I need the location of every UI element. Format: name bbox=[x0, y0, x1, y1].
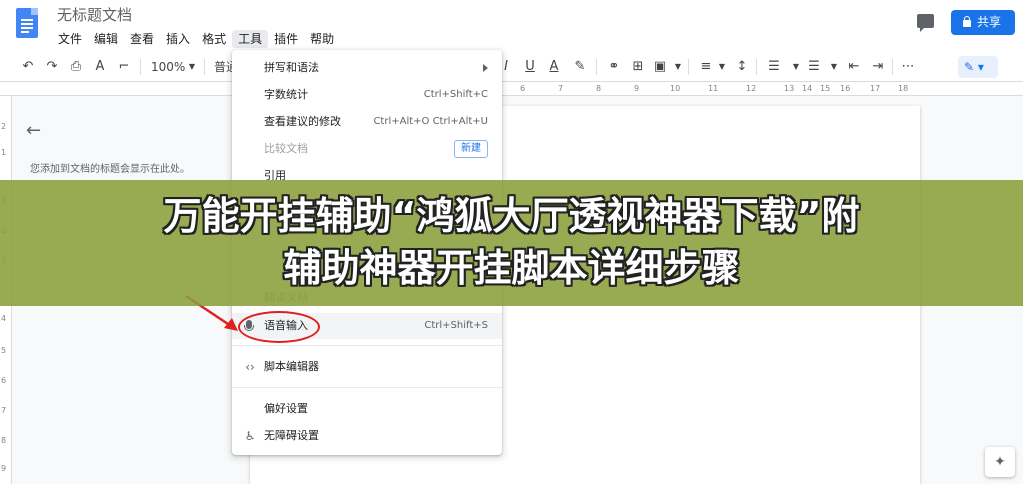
redo-icon[interactable]: ↷ bbox=[44, 59, 60, 75]
ruler-mark: 9 bbox=[634, 84, 640, 93]
increase-indent-icon[interactable]: ⇥ bbox=[870, 59, 886, 75]
menu-bar: 文件 编辑 查看 插入 格式 工具 插件 帮助 bbox=[52, 30, 340, 48]
toolbar: ↶ ↷ ⎙ A ⌐ 100% ▼ 普通 I U A ✎ ⚭ ⊞ ▣ ▼ ≡ ▼ … bbox=[0, 52, 1023, 82]
chevron-down-icon[interactable]: ▼ bbox=[714, 59, 730, 75]
ruler-mark: 15 bbox=[820, 84, 831, 93]
banner-line-1: 万能开挂辅助“鸿狐大厅透视神器下载”附 bbox=[163, 194, 860, 238]
bulleted-list-icon[interactable]: ☰ bbox=[806, 59, 822, 75]
explore-button[interactable]: ✦ bbox=[985, 447, 1015, 477]
ruler-mark: 7 bbox=[1, 406, 7, 415]
menu-item-preferences[interactable]: 偏好设置 bbox=[232, 396, 502, 422]
chevron-down-icon[interactable]: ▼ bbox=[184, 59, 200, 75]
ruler-mark: 8 bbox=[596, 84, 602, 93]
chevron-down-icon[interactable]: ▼ bbox=[670, 59, 686, 75]
ruler-mark: 1 bbox=[1, 148, 7, 157]
editing-mode-button[interactable]: ✎ ▾ bbox=[958, 56, 998, 78]
pencil-icon: ✎ ▾ bbox=[964, 60, 984, 74]
highlight-icon[interactable]: ✎ bbox=[572, 59, 588, 75]
explore-icon: ✦ bbox=[994, 454, 1006, 470]
lock-icon bbox=[963, 16, 971, 27]
menu-item-spelling[interactable]: 拼写和语法 bbox=[232, 55, 502, 81]
menu-item-label: 比较文档 bbox=[264, 142, 308, 155]
chevron-down-icon[interactable]: ▼ bbox=[826, 59, 842, 75]
decrease-indent-icon[interactable]: ⇤ bbox=[846, 59, 862, 75]
ruler-mark: 13 bbox=[784, 84, 795, 93]
more-icon[interactable]: ⋯ bbox=[900, 59, 916, 75]
ruler-mark: 16 bbox=[840, 84, 851, 93]
menu-divider bbox=[232, 387, 502, 388]
menu-item-label: 字数统计 bbox=[264, 88, 308, 101]
checklist-icon[interactable]: ☰ bbox=[766, 59, 782, 75]
ruler-mark: 18 bbox=[898, 84, 909, 93]
menu-view[interactable]: 查看 bbox=[124, 30, 160, 48]
code-icon: ‹› bbox=[245, 360, 255, 374]
comments-icon[interactable] bbox=[912, 10, 940, 34]
comment-icon[interactable]: ⊞ bbox=[630, 59, 646, 75]
chevron-down-icon[interactable]: ▼ bbox=[788, 59, 804, 75]
text-color-icon[interactable]: A bbox=[546, 59, 562, 75]
menu-item-compare[interactable]: 比较文档 新建 bbox=[232, 136, 502, 162]
ruler-mark: 9 bbox=[1, 464, 7, 473]
outline-hint: 您添加到文档的标题会显示在此处。 bbox=[30, 164, 190, 175]
menu-item-label: 查看建议的修改 bbox=[264, 115, 341, 128]
shortcut-label: Ctrl+Shift+S bbox=[424, 320, 488, 331]
document-title[interactable]: 无标题文档 bbox=[57, 4, 132, 25]
underline-icon[interactable]: U bbox=[522, 59, 538, 75]
shortcut-label: Ctrl+Shift+C bbox=[423, 89, 488, 100]
undo-icon[interactable]: ↶ bbox=[20, 59, 36, 75]
share-label: 共享 bbox=[977, 15, 1002, 29]
ruler-mark: 6 bbox=[520, 84, 526, 93]
paint-format-icon[interactable]: ⌐ bbox=[116, 59, 132, 75]
zoom-select[interactable]: 100% bbox=[151, 59, 185, 75]
annotation-circle bbox=[238, 311, 320, 343]
submenu-arrow-icon bbox=[483, 64, 488, 72]
menu-item-accessibility[interactable]: ♿ 无障碍设置 bbox=[232, 423, 502, 449]
ruler-mark: 12 bbox=[746, 84, 757, 93]
share-button[interactable]: 共享 bbox=[951, 10, 1015, 35]
ruler-mark: 11 bbox=[708, 84, 719, 93]
menu-help[interactable]: 帮助 bbox=[304, 30, 340, 48]
menu-tools[interactable]: 工具 bbox=[232, 30, 269, 48]
ruler-mark: 14 bbox=[802, 84, 813, 93]
menu-item-label: 脚本编辑器 bbox=[264, 360, 319, 373]
banner-line-2: 辅助神器开挂脚本详细步骤 bbox=[283, 246, 740, 290]
shortcut-label: Ctrl+Alt+O Ctrl+Alt+U bbox=[373, 116, 488, 127]
accessibility-icon: ♿ bbox=[244, 429, 256, 443]
menu-format[interactable]: 格式 bbox=[196, 30, 232, 48]
menu-divider bbox=[232, 345, 502, 346]
menu-edit[interactable]: 编辑 bbox=[88, 30, 124, 48]
link-icon[interactable]: ⚭ bbox=[606, 59, 622, 75]
menu-item-label: 拼写和语法 bbox=[264, 61, 319, 74]
menu-item-label: 无障碍设置 bbox=[264, 429, 319, 442]
horizontal-ruler: 6 7 8 9 10 11 12 13 14 15 16 17 18 bbox=[0, 82, 1023, 96]
spellcheck-icon[interactable]: A bbox=[92, 59, 108, 75]
image-icon[interactable]: ▣ bbox=[652, 59, 668, 75]
app-header: 无标题文档 文件 编辑 查看 插入 格式 工具 插件 帮助 共享 bbox=[0, 0, 1023, 52]
overlay-banner: 万能开挂辅助“鸿狐大厅透视神器下载”附 辅助神器开挂脚本详细步骤 bbox=[0, 180, 1023, 306]
menu-item-review-suggestions[interactable]: 查看建议的修改 Ctrl+Alt+O Ctrl+Alt+U bbox=[232, 109, 502, 135]
menu-item-label: 偏好设置 bbox=[264, 402, 308, 415]
ruler-mark: 5 bbox=[1, 346, 7, 355]
menu-insert[interactable]: 插入 bbox=[160, 30, 196, 48]
back-arrow-icon[interactable]: ← bbox=[26, 120, 41, 141]
ruler-mark: 7 bbox=[558, 84, 564, 93]
ruler-mark: 4 bbox=[1, 314, 7, 323]
ruler-mark: 8 bbox=[1, 436, 7, 445]
docs-logo-icon[interactable] bbox=[16, 8, 38, 38]
align-icon[interactable]: ≡ bbox=[698, 59, 714, 75]
new-badge: 新建 bbox=[454, 140, 488, 158]
menu-item-script-editor[interactable]: ‹› 脚本编辑器 bbox=[232, 354, 502, 380]
menu-item-word-count[interactable]: 字数统计 Ctrl+Shift+C bbox=[232, 82, 502, 108]
ruler-mark: 2 bbox=[1, 122, 7, 131]
menu-file[interactable]: 文件 bbox=[52, 30, 88, 48]
ruler-mark: 6 bbox=[1, 376, 7, 385]
line-spacing-icon[interactable]: ↕ bbox=[734, 59, 750, 75]
menu-addons[interactable]: 插件 bbox=[268, 30, 304, 48]
ruler-mark: 17 bbox=[870, 84, 881, 93]
ruler-mark: 10 bbox=[670, 84, 681, 93]
print-icon[interactable]: ⎙ bbox=[68, 59, 84, 75]
